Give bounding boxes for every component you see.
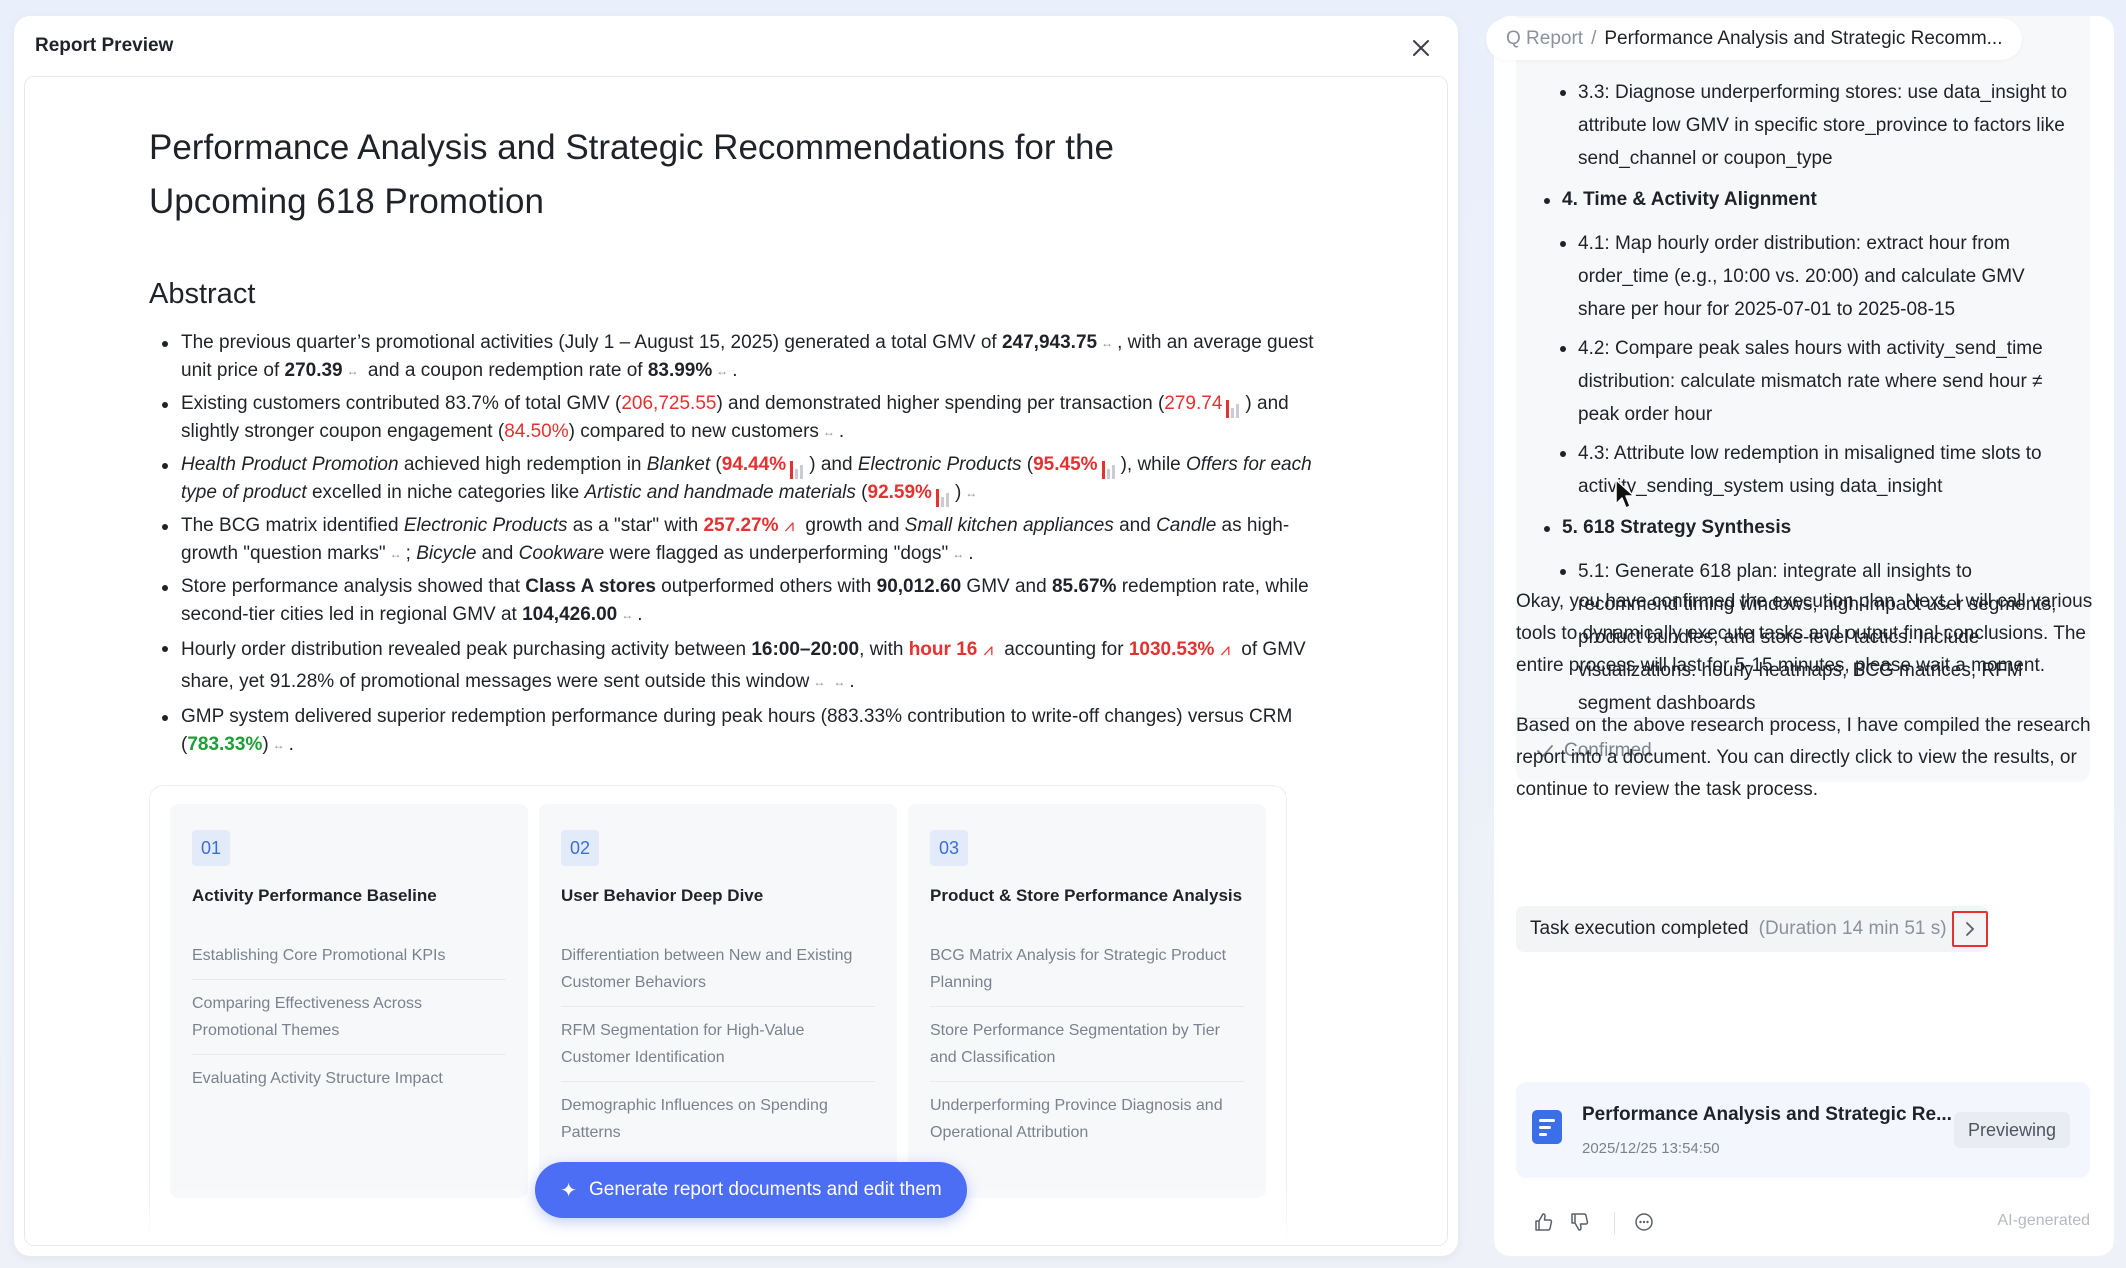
abstract-bullet-4: The BCG matrix identified Electronic Pro… xyxy=(149,512,1329,568)
card-title: User Behavior Deep Dive xyxy=(561,886,764,905)
trend-icon[interactable]: ⩘ xyxy=(1220,640,1230,659)
task-duration: (Duration 14 min 51 s) xyxy=(1758,918,1947,939)
abstract-bullet-1: The previous quarter’s promotional activ… xyxy=(149,329,1329,385)
previewing-badge: Previewing xyxy=(1953,1112,2070,1148)
sparkle-icon: ✦ xyxy=(560,1179,577,1202)
generate-report-button[interactable]: ✦ Generate report documents and edit the… xyxy=(535,1162,967,1218)
trend-icon[interactable]: ⩘ xyxy=(983,640,993,659)
thumbs-down-icon[interactable] xyxy=(1568,1210,1592,1234)
assistant-message: Okay, you have confirmed the execution p… xyxy=(1516,591,2093,676)
ai-generated-label: AI-generated xyxy=(1997,1212,2090,1229)
card-item: Underperforming Province Diagnosis and O… xyxy=(930,1097,1223,1141)
task-status-label: Task execution completed xyxy=(1530,918,1749,939)
card-item: RFM Segmentation for High-Value Customer… xyxy=(561,1007,875,1082)
plan-section: 4. Time & Activity Alignment xyxy=(1516,183,2090,217)
document-card[interactable]: Performance Analysis and Strategic Re...… xyxy=(1516,1082,2090,1178)
preview-header: Report Preview xyxy=(14,16,1458,76)
abstract-bullets: The previous quarter’s promotional activ… xyxy=(149,329,1329,764)
link-icon[interactable]: ↔ xyxy=(833,675,845,689)
breadcrumb: Q Report / Performance Analysis and Stra… xyxy=(1486,18,2022,60)
abstract-bullet-6: Hourly order distribution revealed peak … xyxy=(149,634,1329,698)
feedback-bar: AI-generated xyxy=(1516,1208,2090,1238)
abstract-heading: Abstract xyxy=(149,278,256,310)
bar-chart-icon[interactable] xyxy=(790,451,805,480)
close-button[interactable] xyxy=(1406,33,1436,63)
close-icon xyxy=(1413,40,1429,56)
card-item: Store Performance Segmentation by Tier a… xyxy=(930,1007,1244,1082)
more-icon[interactable] xyxy=(1632,1210,1656,1234)
outline-card-3[interactable]: 03 Product & Store Performance Analysis … xyxy=(908,804,1266,1198)
outline-card-2[interactable]: 02 User Behavior Deep Dive Differentiati… xyxy=(539,804,897,1198)
generate-report-label: Generate report documents and edit them xyxy=(589,1179,942,1200)
preview-title: Report Preview xyxy=(35,35,174,56)
report-preview-panel: Report Preview Performance Analysis and … xyxy=(14,16,1458,1256)
card-number: 01 xyxy=(192,830,230,866)
document-timestamp: 2025/12/25 13:54:50 xyxy=(1582,1140,1720,1157)
card-item: Differentiation between New and Existing… xyxy=(561,942,875,1007)
plan-item: 4.3: Attribute low redemption in misalig… xyxy=(1516,437,2090,503)
link-icon[interactable]: ↔ xyxy=(952,547,964,561)
task-execution-status[interactable]: Task execution completed (Duration 14 mi… xyxy=(1516,906,1988,952)
link-icon[interactable]: ↔ xyxy=(823,425,835,439)
link-icon[interactable]: ↔ xyxy=(1101,336,1113,350)
plan-item: 4.1: Map hourly order distribution: extr… xyxy=(1516,227,2090,326)
card-number: 03 xyxy=(930,830,968,866)
chevron-right-icon xyxy=(1966,922,1975,936)
abstract-bullet-3: Health Product Promotion achieved high r… xyxy=(149,451,1329,508)
plan-item: 4.2: Compare peak sales hours with activ… xyxy=(1516,332,2090,431)
breadcrumb-current: Performance Analysis and Strategic Recom… xyxy=(1604,28,2003,49)
bar-chart-icon[interactable] xyxy=(1101,451,1117,480)
abstract-bullet-5: Store performance analysis showed that C… xyxy=(149,573,1329,629)
card-item: Demographic Influences on Spending Patte… xyxy=(561,1097,828,1141)
abstract-bullet-7: GMP system delivered superior redemption… xyxy=(149,703,1329,759)
trend-icon[interactable]: ⩘ xyxy=(785,516,795,535)
outline-card-1[interactable]: 01 Activity Performance Baseline Establi… xyxy=(170,804,528,1198)
link-icon[interactable]: ↔ xyxy=(965,486,977,500)
plan-section: 5. 618 Strategy Synthesis xyxy=(1516,511,2090,545)
breadcrumb-separator: / xyxy=(1591,28,1597,49)
link-icon[interactable]: ↔ xyxy=(813,675,825,689)
link-icon[interactable]: ↔ xyxy=(347,364,359,378)
chat-panel: 3.3: Diagnose underperforming stores: us… xyxy=(1494,16,2114,1256)
link-icon[interactable]: ↔ xyxy=(621,608,633,622)
card-number: 02 xyxy=(561,830,599,866)
bar-chart-icon[interactable] xyxy=(935,479,951,508)
thumbs-up-icon[interactable] xyxy=(1532,1210,1556,1234)
link-icon[interactable]: ↔ xyxy=(273,738,285,752)
bar-chart-icon[interactable] xyxy=(1226,390,1241,419)
assistant-message: Based on the above research process, I h… xyxy=(1516,715,2091,800)
abstract-bullet-2: Existing customers contributed 83.7% of … xyxy=(149,390,1329,446)
breadcrumb-root[interactable]: Q Report xyxy=(1506,28,1583,50)
report-document[interactable]: Performance Analysis and Strategic Recom… xyxy=(24,76,1448,1246)
card-item: Evaluating Activity Structure Impact xyxy=(192,1070,443,1087)
card-item: BCG Matrix Analysis for Strategic Produc… xyxy=(930,942,1244,1007)
card-item: Establishing Core Promotional KPIs xyxy=(192,942,506,980)
plan-item: 3.3: Diagnose underperforming stores: us… xyxy=(1516,76,2090,175)
document-name: Performance Analysis and Strategic Re... xyxy=(1582,1104,1952,1125)
card-title: Activity Performance Baseline xyxy=(192,886,437,905)
document-icon xyxy=(1532,1110,1562,1144)
feedback-separator xyxy=(1614,1212,1615,1234)
expand-task-button[interactable] xyxy=(1952,911,1988,947)
document-title: Performance Analysis and Strategic Recom… xyxy=(149,128,1114,221)
link-icon[interactable]: ↔ xyxy=(390,547,402,561)
mouse-cursor-icon xyxy=(1615,479,1635,509)
card-item: Comparing Effectiveness Across Promotion… xyxy=(192,980,506,1055)
link-icon[interactable]: ↔ xyxy=(716,364,728,378)
card-title: Product & Store Performance Analysis xyxy=(930,886,1243,905)
